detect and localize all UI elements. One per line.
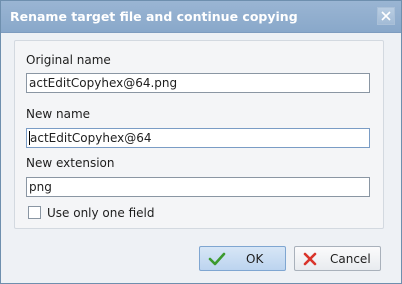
ok-button[interactable]: OK [199, 246, 286, 271]
ok-button-label: OK [246, 252, 264, 266]
close-button[interactable] [377, 7, 395, 25]
use-one-field-label[interactable]: Use only one field [47, 206, 154, 220]
original-name-field[interactable]: actEditCopyhex@64.png [26, 73, 370, 93]
cross-icon [303, 252, 317, 266]
cancel-button[interactable]: Cancel [294, 246, 381, 271]
title-bar: Rename target file and continue copying [1, 1, 401, 33]
new-extension-field[interactable]: png [26, 177, 370, 197]
original-name-label: Original name [26, 53, 111, 67]
close-icon [381, 11, 391, 21]
cancel-button-label: Cancel [330, 252, 371, 266]
new-name-field[interactable]: actEditCopyhex@64 [26, 128, 370, 148]
dialog-title: Rename target file and continue copying [10, 9, 298, 24]
checkmark-icon [208, 252, 226, 266]
new-name-value: actEditCopyhex@64 [30, 131, 152, 145]
use-one-field-checkbox[interactable] [28, 206, 41, 219]
new-name-label: New name [26, 107, 91, 121]
new-extension-label: New extension [26, 156, 115, 170]
rename-dialog: Rename target file and continue copying … [0, 0, 402, 284]
